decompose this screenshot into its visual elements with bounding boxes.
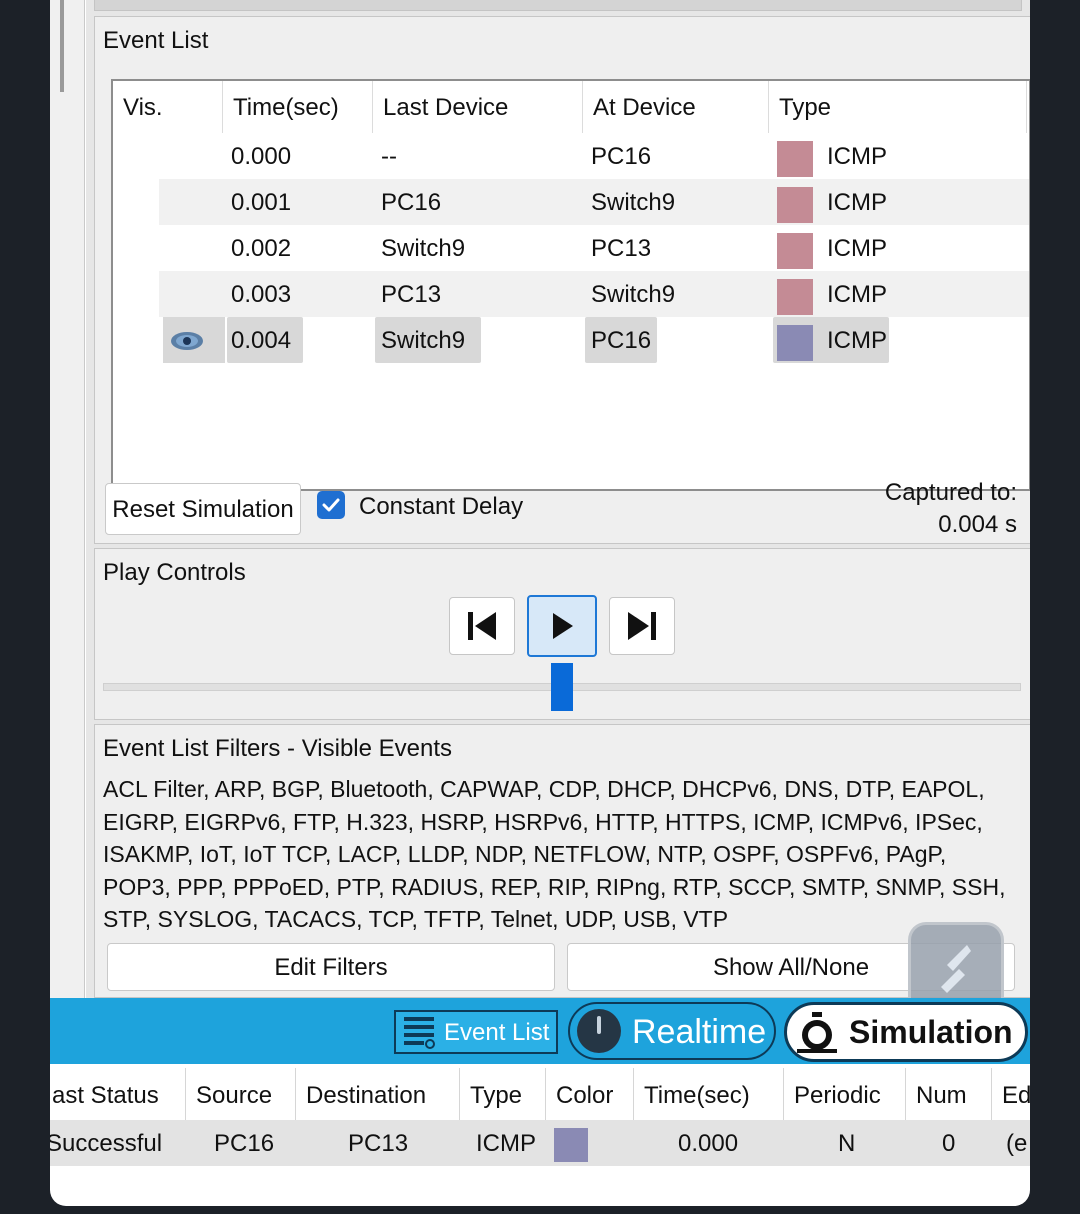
event-time: 0.004 — [231, 327, 292, 354]
left-scroll-strip — [50, 0, 85, 998]
filter-line: EIGRP, EIGRPv6, FTP, H.323, HSRP, HSRPv6… — [103, 808, 983, 835]
col-time[interactable]: Time(sec) — [223, 81, 373, 133]
pdu-color-swatch — [554, 1128, 588, 1162]
filter-line: POP3, PPP, PPPoED, PTP, RADIUS, REP, RIP… — [103, 873, 1006, 900]
event-type: ICMP — [827, 189, 887, 216]
event-row[interactable]: 0.003 PC13 Switch9 ICMP — [113, 271, 1029, 317]
event-type: ICMP — [827, 327, 887, 354]
eye-icon[interactable] — [163, 317, 225, 363]
col-type[interactable]: Type — [460, 1068, 546, 1120]
simulation-panel: Event List Vis. Time(sec) Last Device At… — [86, 0, 1030, 1018]
list-icon — [404, 1017, 435, 1049]
event-at-device: PC13 — [591, 235, 652, 262]
realtime-tab-label: Realtime — [632, 1013, 767, 1051]
event-row[interactable]: 0.000 -- PC16 ICMP — [113, 133, 1029, 179]
event-last-device: -- — [381, 143, 397, 170]
col-edit[interactable]: Ed — [992, 1068, 1030, 1120]
filter-line: ACL Filter, ARP, BGP, Bluetooth, CAPWAP,… — [103, 776, 985, 802]
simulation-tab[interactable]: Simulation — [784, 1002, 1028, 1062]
constant-delay-label: Constant Delay — [359, 493, 524, 520]
pdu-edit[interactable]: (e — [1006, 1120, 1027, 1166]
event-list-header: Vis. Time(sec) Last Device At Device Typ… — [113, 81, 1029, 133]
filter-line: ISAKMP, IoT, IoT TCP, LACP, LLDP, NDP, N… — [103, 841, 947, 868]
event-row-selected[interactable]: 0.004 Switch9 PC16 ICMP — [113, 317, 1029, 363]
skip-back-icon — [468, 612, 496, 640]
constant-delay-checkbox[interactable] — [317, 491, 345, 519]
reset-simulation-button[interactable]: Reset Simulation — [105, 483, 301, 535]
event-at-device: Switch9 — [591, 189, 676, 216]
event-at-device: PC16 — [591, 143, 652, 170]
edit-filters-button[interactable]: Edit Filters — [107, 943, 555, 991]
col-periodic[interactable]: Periodic — [784, 1068, 906, 1120]
filter-line: STP, SYSLOG, TACACS, TCP, TFTP, Telnet, … — [103, 906, 729, 933]
col-type[interactable]: Type — [769, 81, 1027, 133]
event-color-swatch — [777, 279, 813, 315]
play-button[interactable] — [527, 595, 597, 657]
col-vis[interactable]: Vis. — [113, 81, 223, 133]
event-row[interactable]: 0.002 Switch9 PC13 ICMP — [113, 225, 1029, 271]
col-at-device[interactable]: At Device — [583, 81, 769, 133]
captured-to-value: 0.004 s — [938, 511, 1017, 538]
event-list-title: Event List — [103, 27, 209, 54]
mode-bar: Event List Realtime Simulation — [50, 998, 1030, 1064]
col-source[interactable]: Source — [186, 1068, 296, 1120]
event-color-swatch — [777, 325, 813, 361]
event-last-device: Switch9 — [381, 327, 466, 354]
event-time: 0.000 — [231, 143, 292, 170]
event-last-device: Switch9 — [381, 235, 466, 262]
event-filters-box: Event List Filters - Visible Events ACL … — [94, 724, 1030, 998]
filters-title: Event List Filters - Visible Events — [103, 735, 453, 762]
event-type: ICMP — [827, 281, 887, 308]
event-color-swatch — [777, 141, 813, 177]
event-time: 0.003 — [231, 281, 292, 308]
event-last-device: PC13 — [381, 281, 442, 308]
event-list-table: Vis. Time(sec) Last Device At Device Typ… — [111, 79, 1030, 491]
skip-forward-icon — [628, 612, 656, 640]
col-time[interactable]: Time(sec) — [634, 1068, 784, 1120]
filters-protocol-list: ACL Filter, ARP, BGP, Bluetooth, CAPWAP,… — [103, 773, 1006, 936]
pdu-row[interactable]: Successful PC16 PC13 ICMP 0.000 N 0 (e — [50, 1120, 1030, 1166]
skip-back-button[interactable] — [449, 597, 515, 655]
skip-forward-button[interactable] — [609, 597, 675, 655]
event-time: 0.002 — [231, 235, 292, 262]
pdu-destination: PC13 — [348, 1130, 409, 1157]
simulation-tab-label: Simulation — [849, 1014, 1013, 1050]
pdu-num: 0 — [942, 1130, 956, 1157]
event-color-swatch — [777, 233, 813, 269]
event-row[interactable]: 0.001 PC16 Switch9 ICMP — [113, 179, 1029, 225]
play-icon — [553, 613, 573, 639]
pdu-status: Successful — [50, 1130, 163, 1157]
top-panel-edge — [94, 0, 1022, 11]
event-list-box: Event List Vis. Time(sec) Last Device At… — [94, 16, 1030, 544]
pdu-source: PC16 — [214, 1130, 275, 1157]
pdu-periodic: N — [838, 1130, 856, 1157]
realtime-tab[interactable]: Realtime — [568, 1002, 776, 1060]
col-last-device[interactable]: Last Device — [373, 81, 583, 133]
pdu-table: ast Status Source Destination Type Color… — [50, 1064, 1030, 1170]
event-type: ICMP — [827, 143, 887, 170]
stopwatch-icon — [797, 1012, 837, 1053]
event-last-device: PC16 — [381, 189, 442, 216]
play-controls-title: Play Controls — [103, 559, 246, 586]
pdu-time: 0.000 — [678, 1130, 739, 1157]
clock-icon — [577, 1009, 621, 1053]
col-last-status[interactable]: ast Status — [50, 1068, 186, 1120]
col-color[interactable]: Color — [546, 1068, 634, 1120]
event-time: 0.001 — [231, 189, 292, 216]
timeline-slider-handle[interactable] — [551, 663, 573, 711]
scrollbar-thumb[interactable] — [60, 0, 64, 92]
captured-to-label: Captured to: — [884, 479, 1017, 506]
simulation-panel-window: Event List Vis. Time(sec) Last Device At… — [50, 0, 1030, 1206]
event-list-toggle-label: Event List — [444, 1019, 550, 1046]
event-at-device: PC16 — [591, 327, 652, 354]
col-destination[interactable]: Destination — [296, 1068, 460, 1120]
event-at-device: Switch9 — [591, 281, 676, 308]
pdu-type: ICMP — [476, 1130, 536, 1157]
play-controls-box: Play Controls — [94, 548, 1030, 720]
checkmark-icon — [322, 498, 340, 512]
col-num[interactable]: Num — [906, 1068, 992, 1120]
event-list-toggle[interactable]: Event List — [394, 1010, 558, 1054]
event-type: ICMP — [827, 235, 887, 262]
event-color-swatch — [777, 187, 813, 223]
